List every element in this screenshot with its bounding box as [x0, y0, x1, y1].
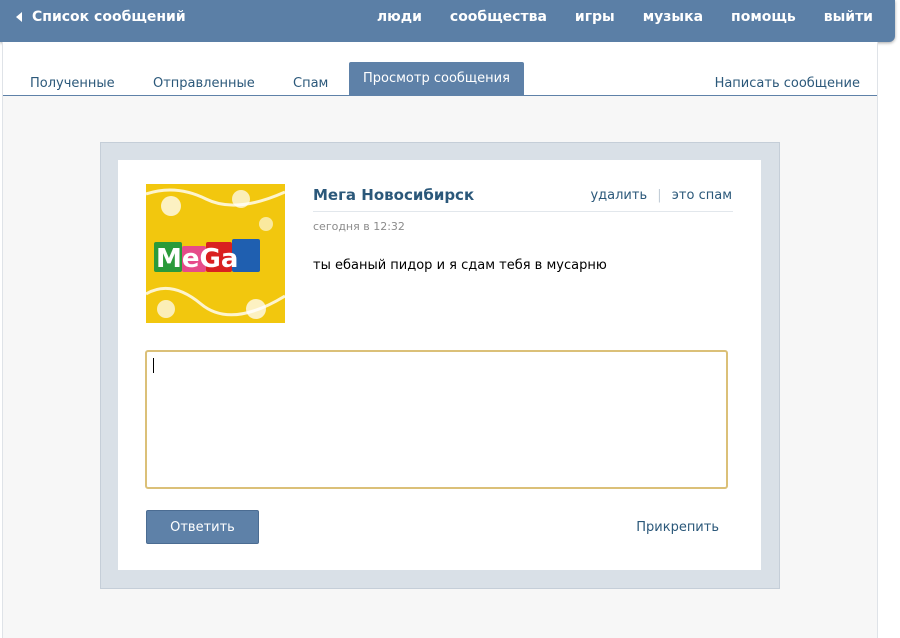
attach-link[interactable]: Прикрепить — [636, 520, 719, 535]
nav-link-music[interactable]: музыка — [643, 9, 703, 25]
message-actions: удалить | это спам — [590, 188, 732, 203]
text-cursor — [153, 358, 154, 373]
message-box-frame: MeGa Мега Новосибирск удалить | это спам… — [100, 142, 780, 589]
delete-message-link[interactable]: удалить — [590, 188, 647, 203]
back-link-label: Список сообщений — [32, 9, 186, 25]
actions-separator: | — [657, 188, 662, 203]
write-message-link[interactable]: Написать сообщение — [715, 76, 860, 91]
reply-textarea[interactable] — [145, 350, 728, 489]
sender-avatar[interactable]: MeGa — [146, 184, 285, 323]
nav-link-help[interactable]: помощь — [731, 9, 796, 25]
top-navigation-bar: Список сообщений люди сообщества игры му… — [0, 0, 895, 42]
nav-link-games[interactable]: игры — [575, 9, 615, 25]
nav-link-logout[interactable]: выйти — [824, 9, 873, 25]
mega-logo-text: MeGa — [156, 244, 238, 274]
tab-sent[interactable]: Отправленные — [153, 76, 255, 91]
back-arrow-icon — [16, 12, 22, 22]
sender-name-link[interactable]: Мега Новосибирск — [313, 186, 474, 204]
header-divider — [313, 211, 733, 212]
mark-spam-link[interactable]: это спам — [672, 188, 732, 203]
top-nav-links: люди сообщества игры музыка помощь выйти — [377, 9, 873, 25]
message-tabs: Полученные Отправленные Спам Просмотр со… — [3, 42, 877, 96]
mega-logo-image: MeGa — [146, 184, 285, 323]
reply-button[interactable]: Ответить — [146, 510, 259, 544]
page-content: Полученные Отправленные Спам Просмотр со… — [2, 42, 878, 638]
tab-spam[interactable]: Спам — [293, 76, 328, 91]
back-to-message-list-link[interactable]: Список сообщений — [16, 9, 186, 25]
tab-inbox[interactable]: Полученные — [30, 76, 115, 91]
nav-link-people[interactable]: люди — [377, 9, 422, 25]
message-timestamp: сегодня в 12:32 — [313, 220, 405, 233]
nav-link-communities[interactable]: сообщества — [450, 9, 547, 25]
message-box: MeGa Мега Новосибирск удалить | это спам… — [118, 160, 761, 570]
tab-view-message[interactable]: Просмотр сообщения — [349, 62, 524, 95]
message-body: ты ебаный пидор и я сдам тебя в мусарню — [313, 258, 607, 273]
